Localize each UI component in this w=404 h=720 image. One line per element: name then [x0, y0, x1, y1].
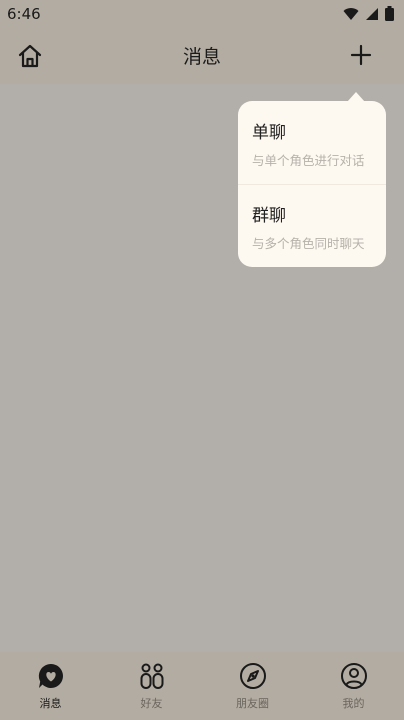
menu-item-subtitle: 与多个角色同时聊天 — [252, 236, 365, 251]
tab-label: 消息 — [39, 697, 62, 710]
tab-label: 好友 — [140, 697, 163, 710]
tab-label: 朋友圈 — [236, 697, 269, 710]
tab-friends[interactable]: 好友 — [101, 652, 202, 720]
status-time: 6:46 — [7, 5, 41, 23]
tab-profile[interactable]: 我的 — [303, 652, 404, 720]
new-chat-popup-menu: 单聊 与单个角色进行对话 群聊 与多个角色同时聊天 — [238, 101, 386, 267]
menu-item-title: 单聊 — [252, 123, 286, 143]
menu-item-group-chat[interactable]: 群聊 与多个角色同时聊天 — [238, 184, 386, 267]
friends-icon — [140, 663, 163, 689]
bottom-tab-bar: 消息 好友 朋友圈 我的 — [0, 652, 404, 720]
tab-messages[interactable]: 消息 — [0, 652, 101, 720]
cellular-signal-icon — [366, 7, 378, 20]
wifi-icon — [343, 7, 359, 20]
chat-heart-icon — [38, 663, 63, 688]
profile-icon — [340, 663, 367, 689]
status-icons — [343, 6, 394, 21]
page-title: 消息 — [182, 46, 221, 68]
compass-icon — [239, 663, 266, 689]
add-icon[interactable] — [348, 42, 374, 68]
tab-moments[interactable]: 朋友圈 — [202, 652, 303, 720]
status-bar: 6:46 — [0, 0, 404, 28]
menu-item-subtitle: 与单个角色进行对话 — [252, 153, 365, 168]
battery-icon — [385, 6, 394, 21]
tab-label: 我的 — [342, 697, 365, 710]
app-header: 消息 — [0, 28, 404, 84]
menu-item-title: 群聊 — [252, 206, 286, 226]
menu-item-single-chat[interactable]: 单聊 与单个角色进行对话 — [238, 101, 386, 185]
